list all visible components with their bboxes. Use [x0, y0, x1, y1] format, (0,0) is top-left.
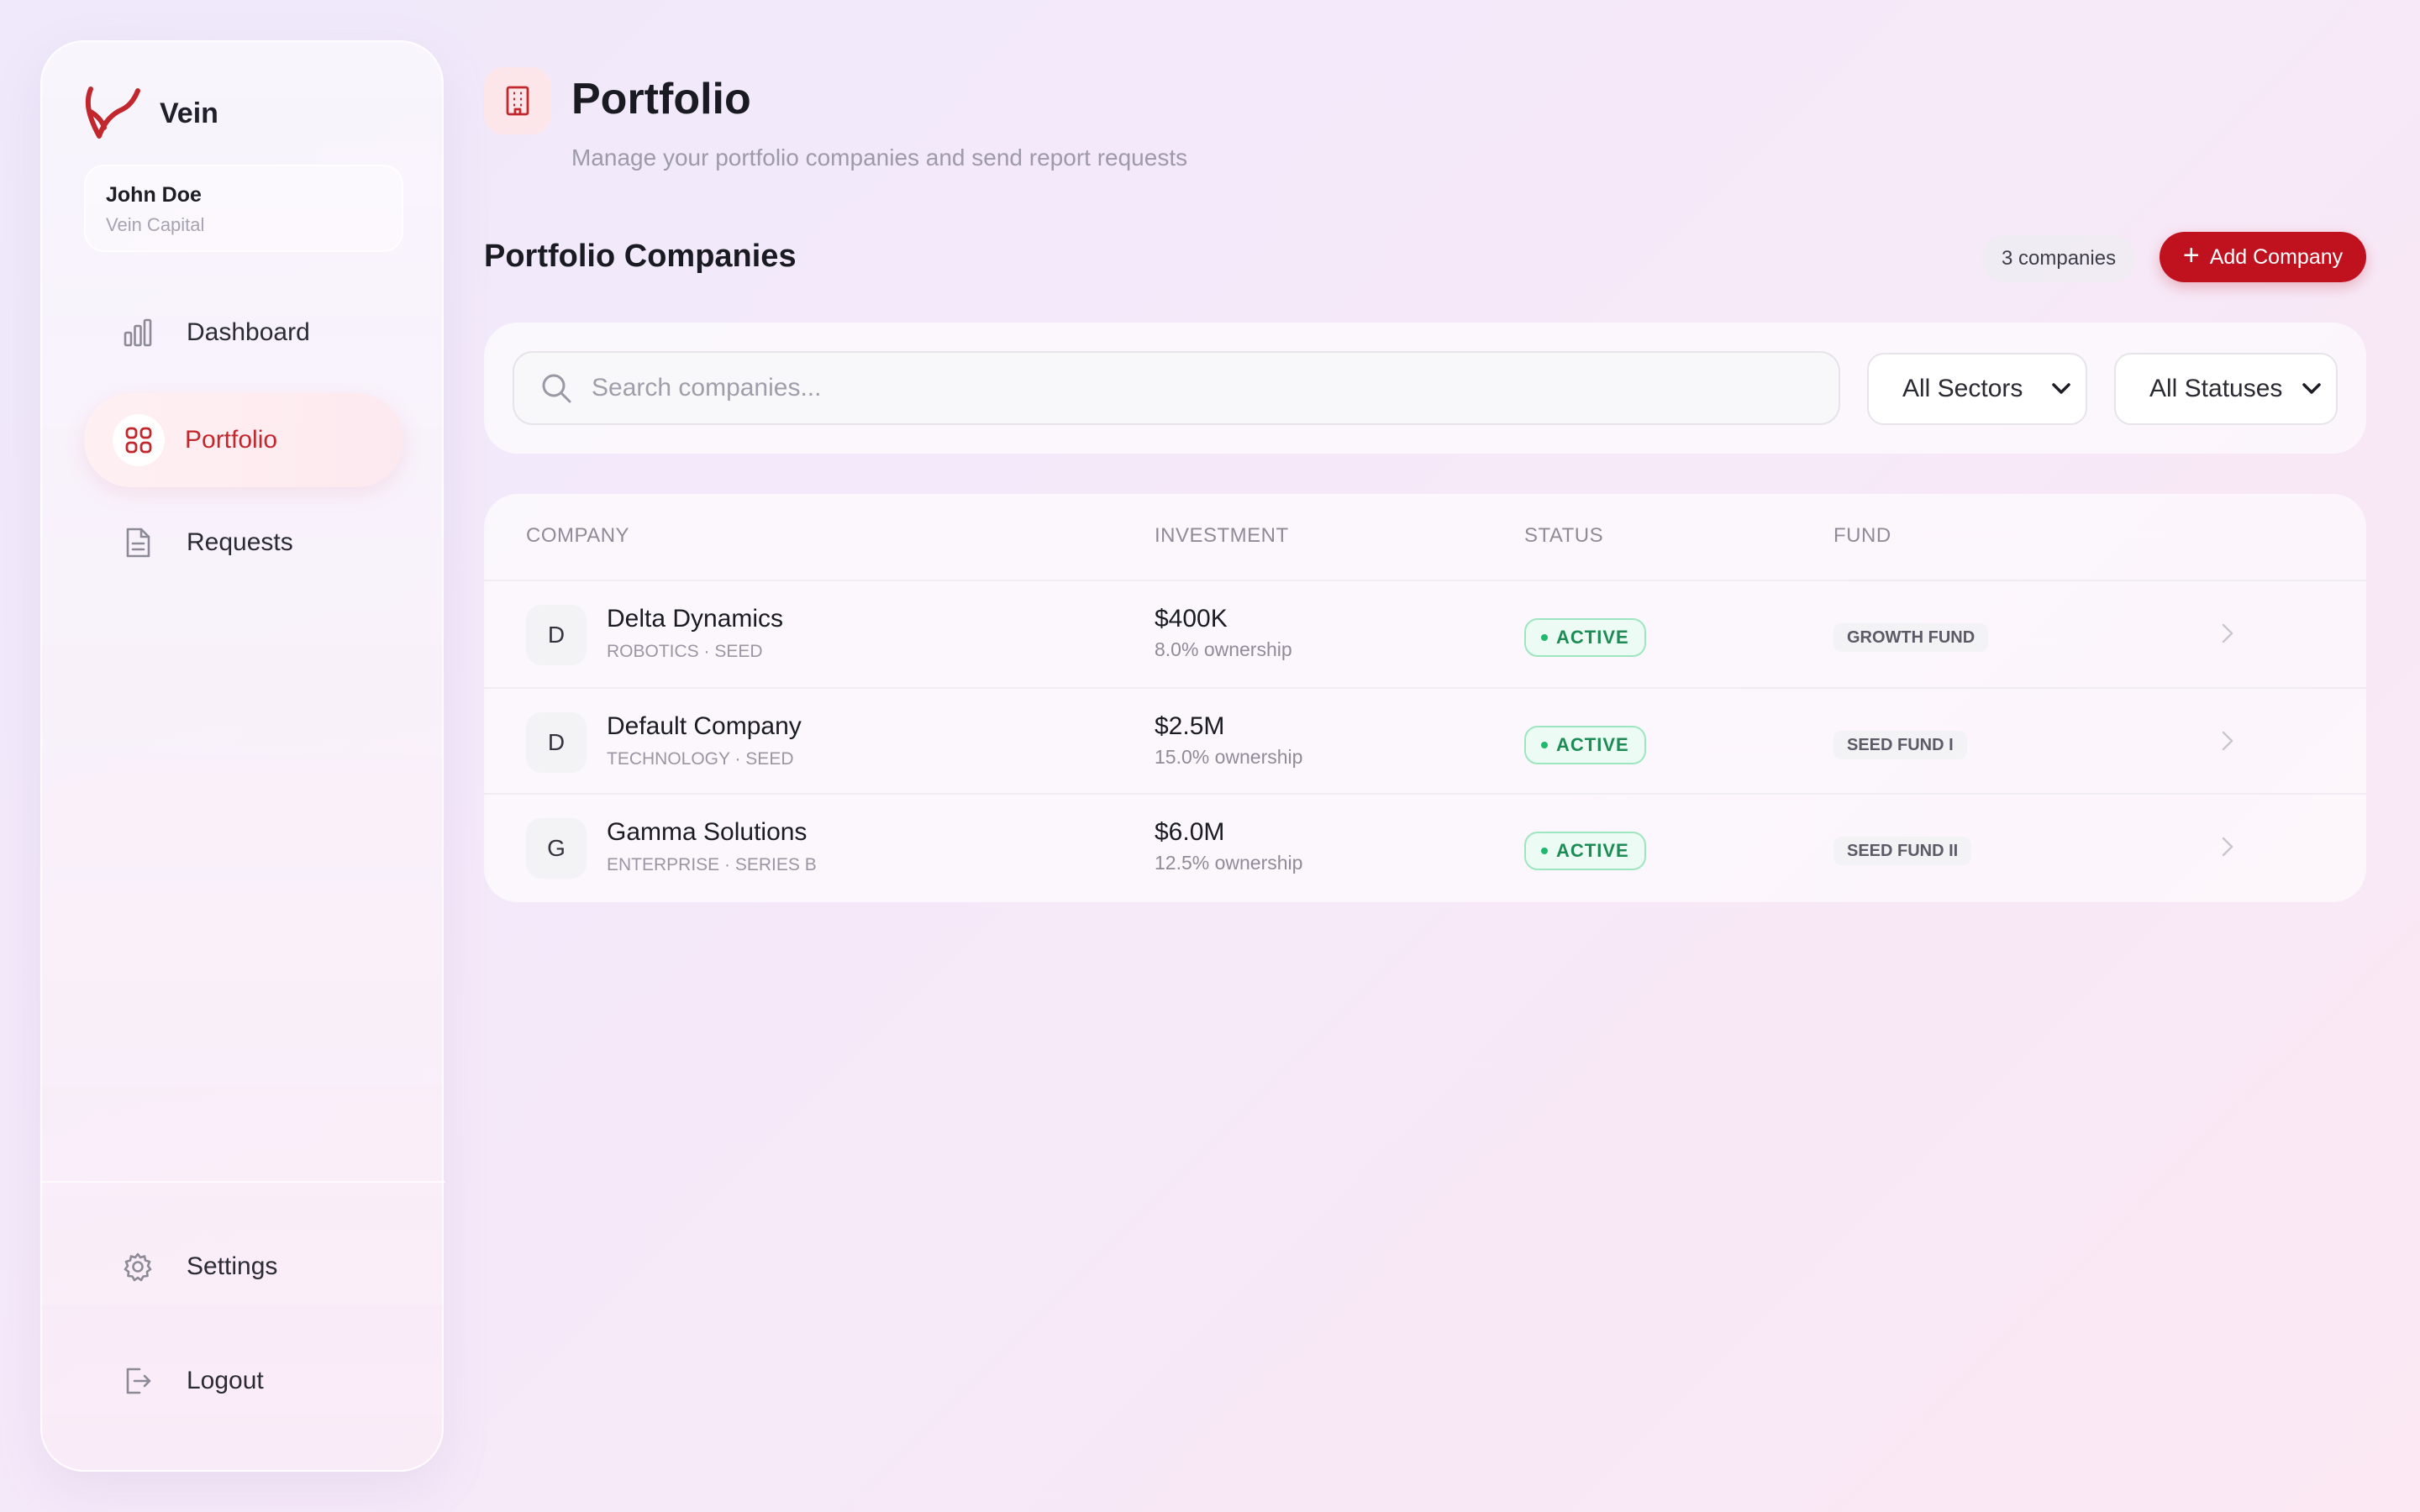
filter-panel: All Sectors All Statuses [484, 323, 2366, 454]
search-input[interactable] [592, 374, 1768, 402]
add-company-button[interactable]: + Add Company [2160, 232, 2366, 282]
company-meta: ROBOTICS · SEED [607, 642, 763, 661]
status-label: ACTIVE [1556, 734, 1629, 755]
search-box[interactable] [513, 351, 1840, 425]
sidebar-item-label: Dashboard [187, 318, 310, 346]
table-row[interactable]: D Delta Dynamics ROBOTICS · SEED $400K 8… [484, 580, 2366, 687]
chevron-right-icon[interactable] [2215, 832, 2238, 862]
companies-table: COMPANY INVESTMENT STATUS FUND D Delta D… [484, 494, 2366, 902]
status-label: ACTIVE [1556, 627, 1629, 648]
user-name: John Doe [106, 183, 202, 207]
chevron-down-icon [2302, 383, 2321, 394]
column-header-status[interactable]: STATUS [1524, 524, 1603, 548]
brand-name: Vein [160, 97, 218, 129]
chevron-right-icon[interactable] [2215, 726, 2238, 756]
sidebar-item-label: Settings [187, 1252, 278, 1280]
status-label: ACTIVE [1556, 840, 1629, 861]
column-header-fund[interactable]: FUND [1833, 524, 1891, 548]
user-card[interactable]: John Doe Vein Capital [84, 165, 403, 252]
company-count-badge: 3 companies [1981, 235, 2137, 282]
page-title: Portfolio [571, 75, 751, 123]
status-dot-icon [1541, 848, 1548, 854]
bar-chart-icon [121, 316, 155, 349]
chevron-right-icon[interactable] [2215, 618, 2238, 648]
investment-amount: $400K [1155, 605, 1228, 633]
table-row[interactable]: D Default Company TECHNOLOGY · SEED $2.5… [484, 687, 2366, 795]
chevron-down-icon [2052, 383, 2070, 394]
page-subtitle: Manage your portfolio companies and send… [571, 144, 1188, 171]
building-icon [484, 67, 551, 134]
fund-badge: SEED FUND II [1833, 837, 1972, 865]
user-org: Vein Capital [106, 214, 205, 235]
status-badge: ACTIVE [1524, 618, 1646, 657]
column-header-investment[interactable]: INVESTMENT [1155, 524, 1289, 548]
ownership: 12.5% ownership [1155, 852, 1303, 874]
company-name: Gamma Solutions [607, 818, 808, 846]
sidebar-item-label: Logout [187, 1367, 264, 1394]
status-dot-icon [1541, 742, 1548, 748]
grid-icon [113, 414, 165, 466]
brand[interactable]: Vein [82, 86, 218, 141]
ownership: 15.0% ownership [1155, 746, 1303, 768]
status-badge: ACTIVE [1524, 832, 1646, 870]
document-icon [121, 526, 155, 559]
vein-logo-icon [85, 87, 140, 139]
sector-select-value: All Sectors [1902, 375, 2023, 402]
investment-amount: $6.0M [1155, 818, 1225, 846]
status-select-value: All Statuses [2149, 375, 2283, 402]
table-row[interactable]: G Gamma Solutions ENTERPRISE · SERIES B … [484, 793, 2366, 900]
sidebar-item-label: Portfolio [185, 426, 278, 454]
gear-icon [121, 1250, 155, 1284]
column-header-company[interactable]: COMPANY [526, 524, 629, 548]
company-meta: ENTERPRISE · SERIES B [607, 855, 817, 874]
fund-badge: SEED FUND I [1833, 731, 1967, 759]
status-badge: ACTIVE [1524, 726, 1646, 764]
sidebar-item-portfolio[interactable]: Portfolio [84, 393, 403, 487]
company-avatar: G [526, 818, 587, 879]
sidebar-divider [42, 1181, 445, 1183]
section-title: Portfolio Companies [484, 239, 797, 274]
sidebar-item-requests[interactable]: Requests [84, 496, 403, 590]
sidebar-item-dashboard[interactable]: Dashboard [84, 286, 403, 380]
company-name: Default Company [607, 712, 802, 740]
ownership: 8.0% ownership [1155, 638, 1292, 660]
company-avatar: D [526, 605, 587, 665]
logout-icon [121, 1364, 155, 1398]
company-name: Delta Dynamics [607, 605, 784, 633]
sidebar-item-settings[interactable]: Settings [84, 1220, 403, 1314]
status-dot-icon [1541, 634, 1548, 641]
add-company-label: Add Company [2209, 244, 2344, 269]
plus-icon: + [2182, 239, 2200, 271]
sidebar-item-label: Requests [187, 528, 293, 556]
investment-amount: $2.5M [1155, 712, 1225, 740]
sidebar-item-logout[interactable]: Logout [84, 1334, 403, 1428]
search-icon [542, 374, 571, 403]
sidebar: Vein John Doe Vein Capital Dashboard Por… [40, 40, 445, 1472]
status-select[interactable]: All Statuses [2114, 353, 2338, 425]
fund-badge: GROWTH FUND [1833, 623, 1989, 652]
company-avatar: D [526, 712, 587, 773]
company-meta: TECHNOLOGY · SEED [607, 749, 794, 769]
sector-select[interactable]: All Sectors [1867, 353, 2087, 425]
